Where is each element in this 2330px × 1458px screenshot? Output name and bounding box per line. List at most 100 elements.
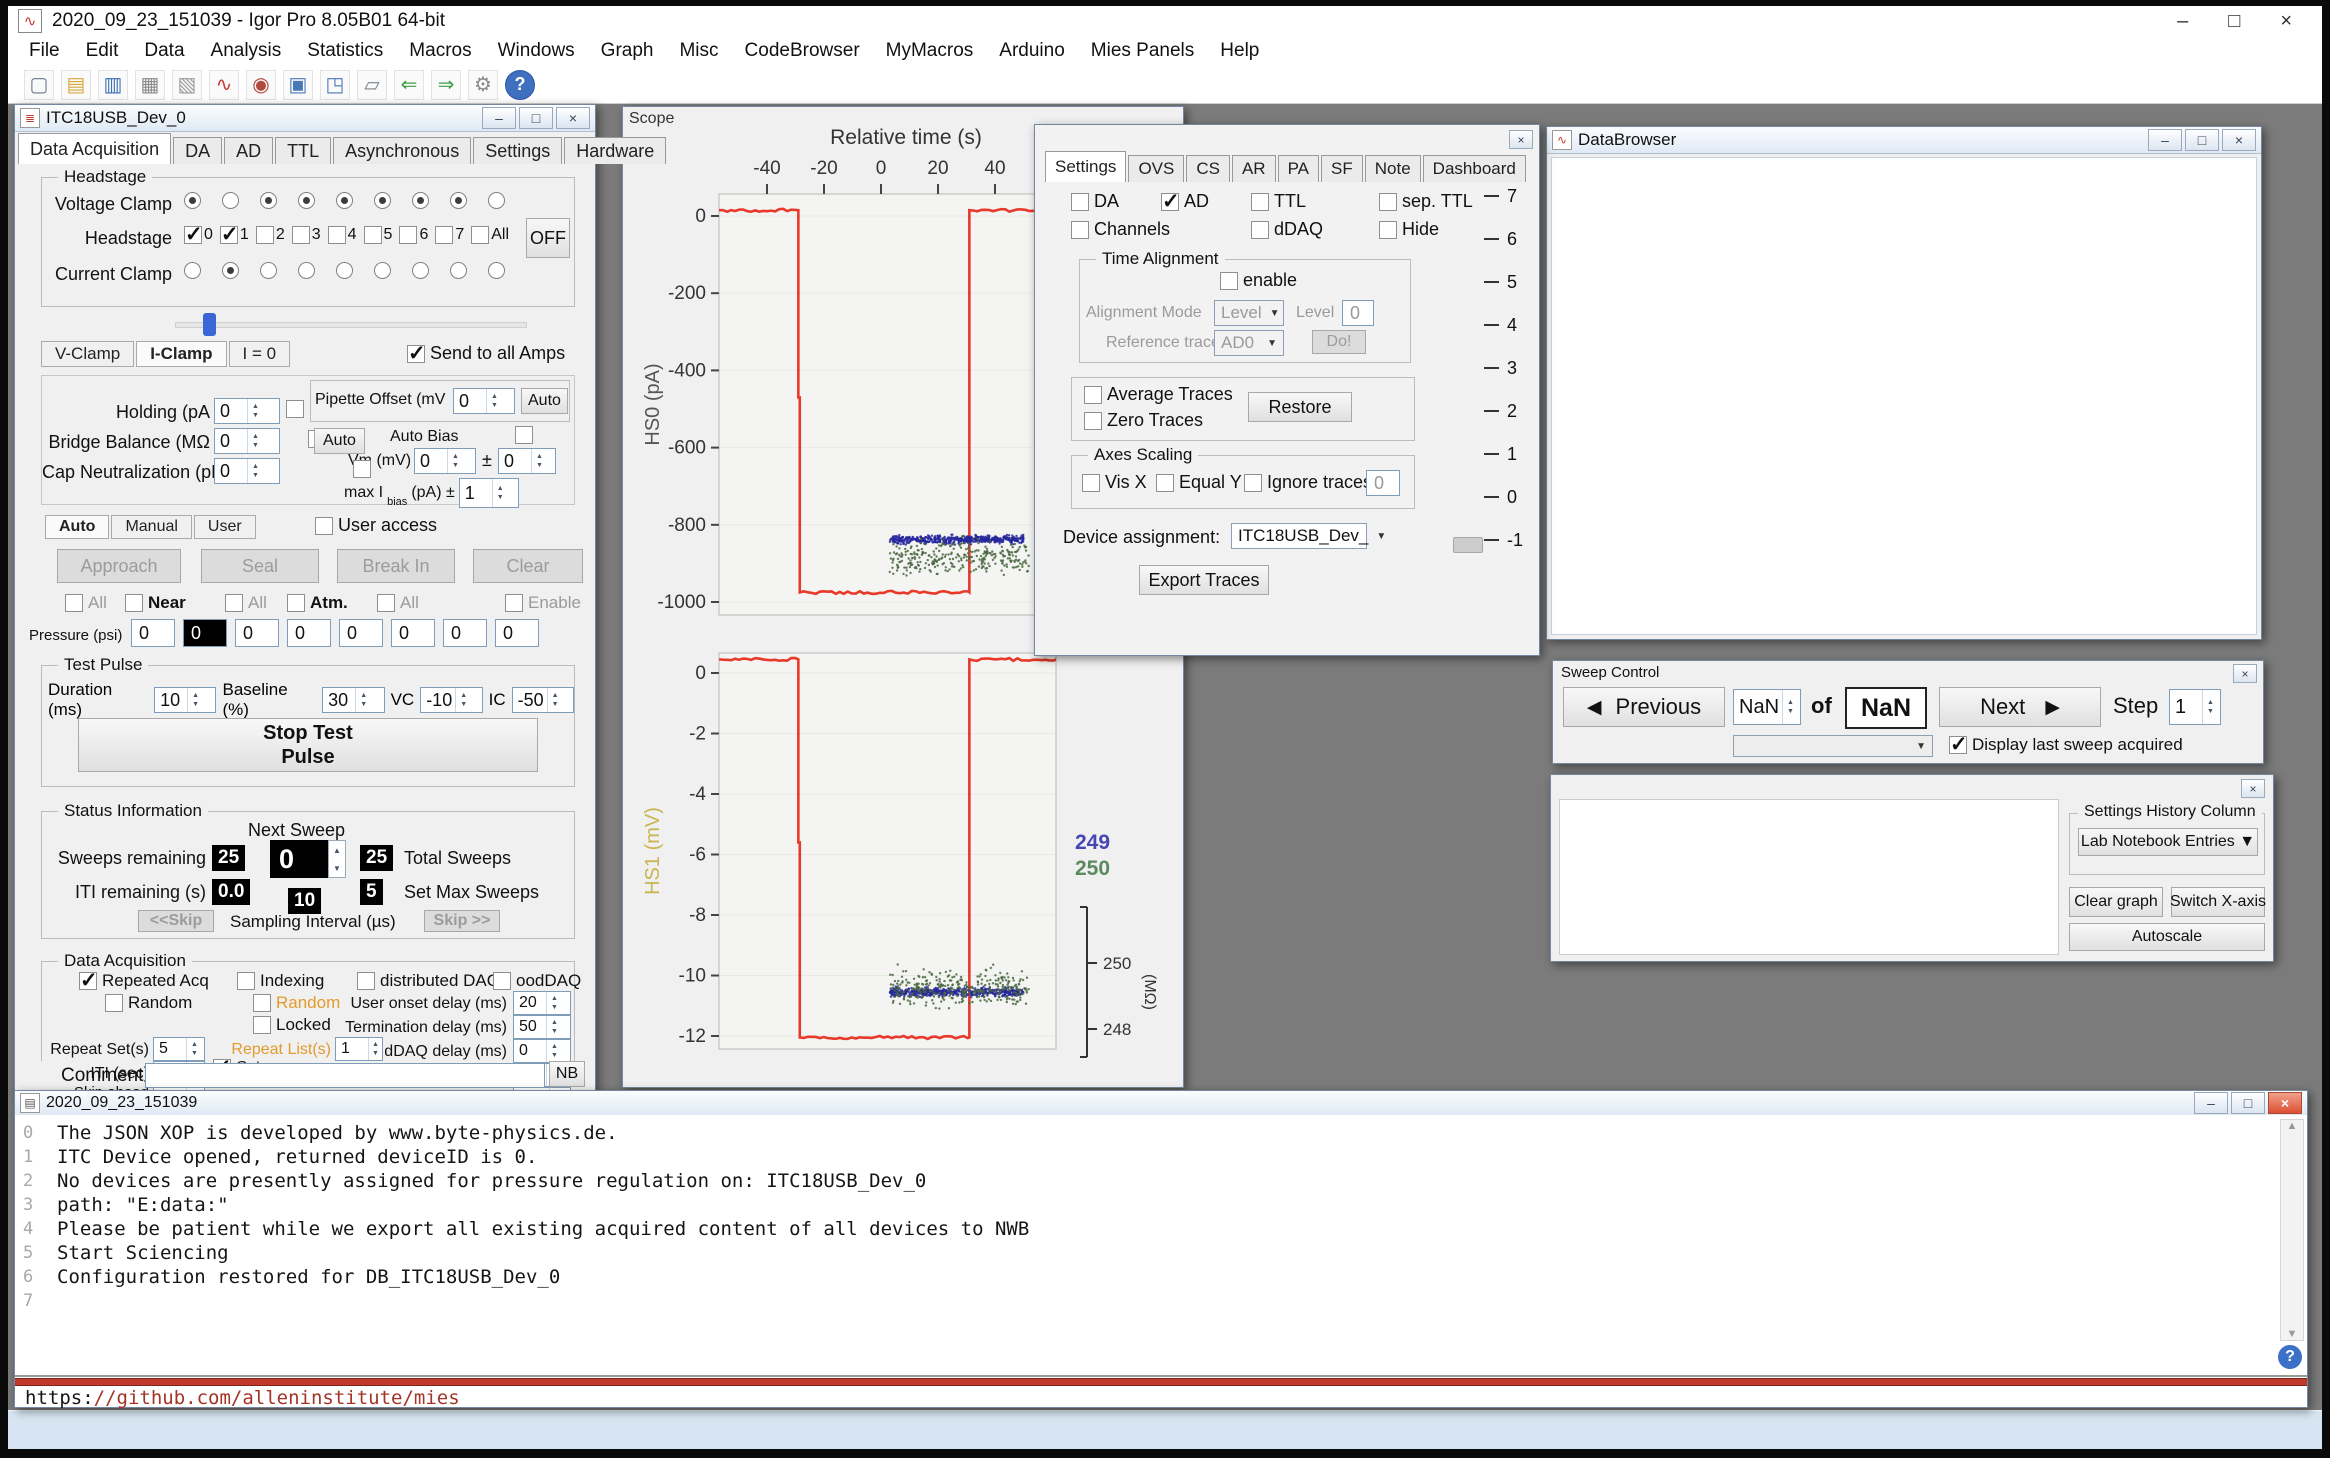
nb-button[interactable]: NB <box>549 1061 585 1087</box>
max-ibias-input[interactable]: 1 <box>459 478 519 508</box>
cap-neutralization-checkbox[interactable] <box>353 460 371 478</box>
close-icon[interactable]: × <box>2222 129 2256 151</box>
pressure-value-input[interactable]: 0 <box>443 619 487 647</box>
holding-checkbox[interactable] <box>286 400 304 418</box>
duration-input[interactable]: 10 <box>154 687 216 713</box>
voltage-clamp-radio[interactable] <box>336 192 353 209</box>
approach-all-checkbox[interactable]: All <box>65 593 107 613</box>
headstage-checkbox[interactable]: 0 <box>184 226 213 244</box>
ignore-traces-checkbox[interactable]: Ignore traces <box>1244 472 1372 493</box>
sweep-list-dropdown[interactable] <box>1733 735 1933 757</box>
spinner-arrows-icon[interactable] <box>492 479 508 507</box>
bridge-balance-input[interactable]: 0 <box>214 428 280 454</box>
spinner-arrows-icon[interactable] <box>247 399 263 423</box>
new-experiment-icon[interactable]: ▢ <box>24 70 54 100</box>
spinner-arrows-icon[interactable] <box>447 449 463 473</box>
slider-thumb[interactable] <box>203 313 216 336</box>
save-icon[interactable]: ▥ <box>98 70 128 100</box>
pressure-mode-tab[interactable]: User <box>194 515 256 539</box>
comment-input[interactable] <box>145 1063 545 1088</box>
bridge-auto-button[interactable]: Auto <box>314 428 365 454</box>
skip-back-button[interactable]: <<Skip <box>138 910 214 932</box>
restore-button[interactable]: Restore <box>1248 392 1352 422</box>
baseline-input[interactable]: 30 <box>322 687 384 713</box>
close-icon[interactable]: × <box>2233 664 2257 683</box>
new-notebook-icon[interactable]: ▱ <box>357 70 387 100</box>
autoscale-button[interactable]: Autoscale <box>2069 923 2265 951</box>
new-graph-icon[interactable]: ∿ <box>209 70 239 100</box>
next-sweep-button[interactable]: Next ▶ <box>1939 687 2101 727</box>
next-sweep-input[interactable]: 0 <box>270 840 346 878</box>
termination-delay-input[interactable]: 50 <box>513 1015 571 1039</box>
pipette-auto-button[interactable]: Auto <box>521 388 568 414</box>
vm-input[interactable]: 0 <box>414 448 476 474</box>
settings-tab[interactable]: AR <box>1232 155 1276 182</box>
device-tab[interactable]: DA <box>173 137 222 164</box>
command-window-titlebar[interactable]: ▤ 2020_09_23_151039 – □ × <box>15 1091 2307 1116</box>
clamp-mode-slider[interactable] <box>175 313 525 337</box>
clamp-mode-tab[interactable]: I = 0 <box>229 341 291 367</box>
scroll-up-icon[interactable]: ▲ <box>2287 1120 2298 1132</box>
ignore-traces-input[interactable]: 0 <box>1366 470 1400 496</box>
graph-browser-icon[interactable]: ◳ <box>320 70 350 100</box>
vc-input[interactable]: -10 <box>420 687 482 713</box>
device-tab[interactable]: Data Acquisition <box>18 133 171 164</box>
databrowser-titlebar[interactable]: ∿ DataBrowser – □ × <box>1547 127 2261 154</box>
headstage-checkbox[interactable]: 1 <box>220 226 249 244</box>
seal-button[interactable]: Seal <box>201 549 319 583</box>
settings-tab[interactable]: OVS <box>1128 155 1184 182</box>
menu-item[interactable]: Mies Panels <box>1078 40 1208 62</box>
previous-sweep-button[interactable]: ◀ Previous <box>1563 687 1725 727</box>
restore-icon[interactable]: □ <box>2231 1092 2265 1114</box>
display-last-sweep-checkbox[interactable]: Display last sweep acquired <box>1949 735 2183 755</box>
skip-forward-button[interactable]: Skip >> <box>424 910 500 932</box>
pressure-mode-tab[interactable]: Auto <box>45 515 109 539</box>
ic-input[interactable]: -50 <box>512 687 574 713</box>
current-clamp-radio[interactable] <box>450 262 467 279</box>
current-clamp-radio[interactable] <box>374 262 391 279</box>
current-clamp-radio[interactable] <box>260 262 277 279</box>
vm-range-input[interactable]: 0 <box>498 448 556 474</box>
repeated-acq-checkbox[interactable]: Repeated Acq <box>79 971 209 991</box>
app-titlebar[interactable]: ∿ 2020_09_23_151039 - Igor Pro 8.05B01 6… <box>8 6 2322 36</box>
procedure-forward-icon[interactable]: ⇒ <box>431 70 461 100</box>
send-to-all-amps-checkbox[interactable]: Send to all Amps <box>407 343 565 364</box>
pressure-value-input[interactable]: 0 <box>131 619 175 647</box>
spinner-arrows-icon[interactable] <box>1782 690 1798 724</box>
minimize-icon[interactable]: – <box>482 107 516 129</box>
approach-button[interactable]: Approach <box>57 549 181 583</box>
do-button[interactable]: Do! <box>1312 330 1366 354</box>
menu-item[interactable]: Graph <box>588 40 667 62</box>
headstage-checkbox[interactable]: 2 <box>256 226 285 244</box>
pressure-mode-tab[interactable]: Manual <box>111 515 191 539</box>
restore-icon[interactable]: □ <box>519 107 553 129</box>
clear-button[interactable]: Clear <box>473 549 583 583</box>
pressure-value-input[interactable]: 0 <box>495 619 539 647</box>
device-tab[interactable]: AD <box>224 137 273 164</box>
average-traces-checkbox[interactable]: Average Traces <box>1084 384 1233 405</box>
help-icon[interactable]: ? <box>2278 1345 2302 1369</box>
device-tab[interactable]: Settings <box>473 137 562 164</box>
pressure-value-input[interactable]: 0 <box>391 619 435 647</box>
indexing-checkbox[interactable]: Indexing <box>237 971 324 991</box>
ddaq-delay-input[interactable]: 0 <box>513 1039 571 1063</box>
command-window[interactable]: ▤ 2020_09_23_151039 – □ × 0The JSON XOP … <box>14 1090 2308 1408</box>
current-clamp-radio[interactable] <box>184 262 201 279</box>
da-checkbox[interactable]: DA <box>1071 191 1119 212</box>
headstage-checkbox[interactable]: 7 <box>435 226 464 244</box>
device-tab[interactable]: Hardware <box>564 137 666 164</box>
spinner-arrows-icon[interactable] <box>187 688 203 712</box>
settings-tab[interactable]: Settings <box>1045 151 1126 182</box>
clamp-mode-tab[interactable]: V-Clamp <box>41 341 134 367</box>
settings-gear-icon[interactable]: ⚙ <box>468 70 498 100</box>
sweep-number-input[interactable]: NaN <box>1733 689 1801 725</box>
reference-trace-dropdown[interactable]: AD0 <box>1214 330 1284 356</box>
auto-bias-checkbox[interactable] <box>515 426 533 444</box>
cap-neutralization-input[interactable]: 0 <box>214 458 280 484</box>
menu-item[interactable]: CodeBrowser <box>732 40 873 62</box>
sweep-control-window[interactable]: Sweep Control × ◀ Previous NaN of NaN Ne… <box>1552 660 2264 764</box>
settings-tab[interactable]: Dashboard <box>1423 155 1526 182</box>
headstage-off-button[interactable]: OFF <box>526 218 570 258</box>
close-icon[interactable]: × <box>556 107 590 129</box>
menu-item[interactable]: Help <box>1207 40 1272 62</box>
